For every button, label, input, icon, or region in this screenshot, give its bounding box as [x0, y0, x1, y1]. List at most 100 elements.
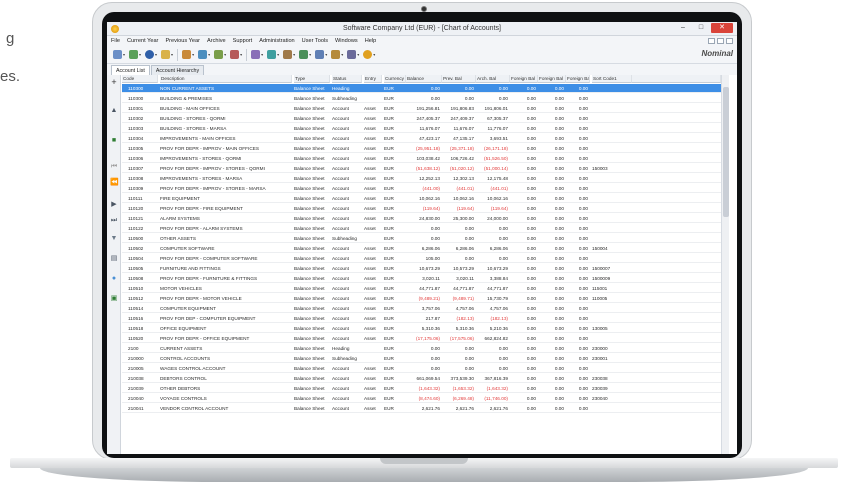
menu-file[interactable]: File: [111, 38, 120, 44]
menu-support[interactable]: Support: [233, 38, 253, 44]
column-header[interactable]: Currency: [384, 75, 406, 83]
table-row[interactable]: 210005 WAGES CONTROL ACCOUNT Balance Sheet…: [122, 364, 721, 373]
table-row[interactable]: 110305 PROV FOR DEPR - IMPROV - MAIN OFFI…: [122, 144, 721, 153]
mdi-close-button[interactable]: [726, 38, 733, 44]
table-row[interactable]: 110121 ALARM SYSTEMS Balance Sheet Account A…: [122, 214, 721, 223]
column-header[interactable]: Type: [294, 75, 330, 83]
table-row[interactable]: 210039 OTHER DEBTORS Balance Sheet Account A…: [122, 384, 721, 393]
cell-status: Account: [332, 306, 349, 311]
table-row[interactable]: 210000 CONTROL ACCOUNTS Balance Sheet Subhe…: [122, 354, 721, 363]
column-header[interactable]: Prev. Bal: [442, 75, 476, 83]
table-row[interactable]: 110514 COMPUTER EQUIPMENT Balance Sheet Acc…: [122, 304, 721, 313]
column-header[interactable]: Sort Code1: [592, 75, 632, 83]
spreadsheet-icon[interactable]: ■: [110, 137, 118, 145]
menu-help[interactable]: Help: [365, 38, 377, 44]
cell-arch: 0.00: [498, 226, 508, 231]
column-header[interactable]: Foreign Bal: [538, 75, 566, 83]
table-row[interactable]: 110504 PROV FOR DEPR - COMPUTER SOFTWARE B…: [122, 254, 721, 263]
toolbar-button[interactable]: ▾: [331, 50, 343, 59]
table-row[interactable]: 110508 PROV FOR DEPR - FURNITURE & FITTIN…: [122, 274, 721, 283]
table-row[interactable]: 110302 BUILDING - STORES - QORMI Balance S…: [122, 114, 721, 123]
table-row[interactable]: 210041 VENDOR CONTROL ACCOUNT Balance Shee…: [122, 404, 721, 413]
toolbar-button[interactable]: ▾: [161, 50, 173, 59]
column-header[interactable]: Status: [332, 75, 362, 83]
table-row[interactable]: 110306 IMPROVEMENTS - STORES - QORMI Balan…: [122, 154, 721, 163]
toolbar-button[interactable]: ▾: [113, 50, 125, 59]
print-icon[interactable]: ▤: [110, 255, 118, 263]
menu-administration[interactable]: Administration: [259, 38, 294, 44]
table-row[interactable]: 110309 PROV FOR DEPR - IMPROV - STORES - …: [122, 184, 721, 193]
last-record-icon[interactable]: ⏭: [110, 217, 118, 225]
cell-f3: 0.00: [578, 86, 588, 91]
table-row[interactable]: 110512 PROV FOR DEPR - MOTOR VEHICLE Balan…: [122, 294, 721, 303]
menu-previous-year[interactable]: Previous Year: [165, 38, 200, 44]
table-row[interactable]: 110520 PROV FOR DEPR - OFFICE EQUIPMENT Ba…: [122, 334, 721, 343]
menu-archive[interactable]: Archive: [207, 38, 226, 44]
column-header[interactable]: Description: [160, 75, 292, 83]
toolbar-button[interactable]: ▾: [299, 50, 311, 59]
toolbar-button[interactable]: ▾: [347, 50, 359, 59]
cell-bal: (119.64): [422, 206, 440, 211]
mdi-minimize-button[interactable]: [708, 38, 715, 44]
mdi-restore-button[interactable]: [717, 38, 724, 44]
toolbar-button[interactable]: ▾: [145, 50, 157, 59]
table-row[interactable]: 110516 PROV FOR DEP - COMPUTER EQUIPMENT B…: [122, 314, 721, 323]
filter-icon[interactable]: ▼: [110, 235, 118, 243]
column-header-filler: [632, 75, 721, 83]
toolbar-button[interactable]: ▾: [214, 50, 226, 59]
table-row[interactable]: 110308 IMPROVEMENTS - STORES - MARSA Balan…: [122, 174, 721, 183]
toolbar-button[interactable]: ▾: [129, 50, 141, 59]
table-row[interactable]: 210038 DEBTORS CONTROL Balance Sheet Accoun…: [122, 374, 721, 383]
column-header[interactable]: Code: [122, 75, 158, 83]
tab-account-hierarchy[interactable]: Account Hierarchy: [150, 65, 205, 75]
table-row[interactable]: 110122 PROV FOR DEPR - ALARM SYSTEMS Balan…: [122, 224, 721, 233]
table-row[interactable]: 110502 COMPUTER SOFTWARE Balance Sheet Acco…: [122, 244, 721, 253]
table-row[interactable]: 210040 VOYAGE CONTROLS Balance Sheet Accoun…: [122, 394, 721, 403]
column-header[interactable]: Arch. Bal: [476, 75, 510, 83]
toolbar-button[interactable]: ▾: [182, 50, 194, 59]
menu-current-year[interactable]: Current Year: [127, 38, 158, 44]
table-row[interactable]: 110510 MOTOR VEHICLES Balance Sheet Account…: [122, 284, 721, 293]
up-arrow-icon[interactable]: ▲: [110, 107, 118, 115]
toolbar-button[interactable]: ▾: [230, 50, 242, 59]
table-row[interactable]: 110307 PROV FOR DEPR - IMPROV - STORES - …: [122, 164, 721, 173]
maximize-button[interactable]: □: [693, 23, 709, 33]
menu-windows[interactable]: Windows: [335, 38, 358, 44]
table-row[interactable]: 2100 CURRENT ASSETS Balance Sheet Heading EU…: [122, 344, 721, 353]
vertical-scrollbar[interactable]: [721, 75, 729, 454]
table-row[interactable]: 110505 FURNITURE AND FITTINGS Balance Shee…: [122, 264, 721, 273]
table-row[interactable]: 110301 BUILDING - MAIN OFFICES Balance She…: [122, 104, 721, 113]
cell-entry: [364, 84, 382, 93]
toolbar-button[interactable]: ▾: [315, 50, 327, 59]
toolbar-button[interactable]: ▾: [267, 50, 279, 59]
column-header[interactable]: Balance: [406, 75, 442, 83]
table-row[interactable]: 110300 NON CURRENT ASSETS Balance Sheet Hea…: [122, 84, 721, 93]
toolbar-button[interactable]: ▾: [283, 50, 295, 59]
tab-account-list[interactable]: Account List: [111, 65, 150, 75]
next-record-icon[interactable]: ▶: [110, 201, 118, 209]
table-row[interactable]: 110111 FIRE EQUIPMENT Balance Sheet Account…: [122, 194, 721, 203]
table-row[interactable]: 110300 BUILDING & PREMISES Balance Sheet Su…: [122, 94, 721, 103]
users-icon[interactable]: ●: [110, 275, 118, 283]
table-row[interactable]: 110303 BUILDING - STORES - MARSA Balance S…: [122, 124, 721, 133]
column-header[interactable]: Entry: [364, 75, 382, 83]
column-header[interactable]: Foreign Bal: [566, 75, 590, 83]
cell-code: 110502: [128, 246, 144, 251]
toolbar-button[interactable]: ▾: [363, 50, 375, 59]
add-icon[interactable]: +: [110, 78, 118, 87]
previous-record-icon[interactable]: ⏪: [110, 179, 119, 187]
table-row[interactable]: 110518 OFFICE EQUIPMENT Balance Sheet Accou…: [122, 324, 721, 333]
close-button[interactable]: ✕: [711, 23, 733, 33]
minimize-button[interactable]: –: [675, 23, 691, 33]
table-row[interactable]: 110120 PROV FOR DEPR - FIRE EQUIPMENT Bala…: [122, 204, 721, 213]
scrollbar-thumb[interactable]: [723, 87, 729, 217]
table-row[interactable]: 110500 OTHER ASSETS Balance Sheet Subheadin…: [122, 234, 721, 243]
table-row[interactable]: 110304 IMPROVEMENTS - MAIN OFFICES Balance…: [122, 134, 721, 143]
toolbar-button[interactable]: ▾: [198, 50, 210, 59]
first-record-icon[interactable]: ⏮: [110, 163, 118, 171]
toolbar-button[interactable]: ▾: [251, 50, 263, 59]
excel-export-icon[interactable]: ▣: [110, 295, 118, 303]
cell-sort: 230000: [592, 346, 608, 351]
column-header[interactable]: Foreign Bal: [510, 75, 538, 83]
menu-user-tools[interactable]: User Tools: [302, 38, 328, 44]
